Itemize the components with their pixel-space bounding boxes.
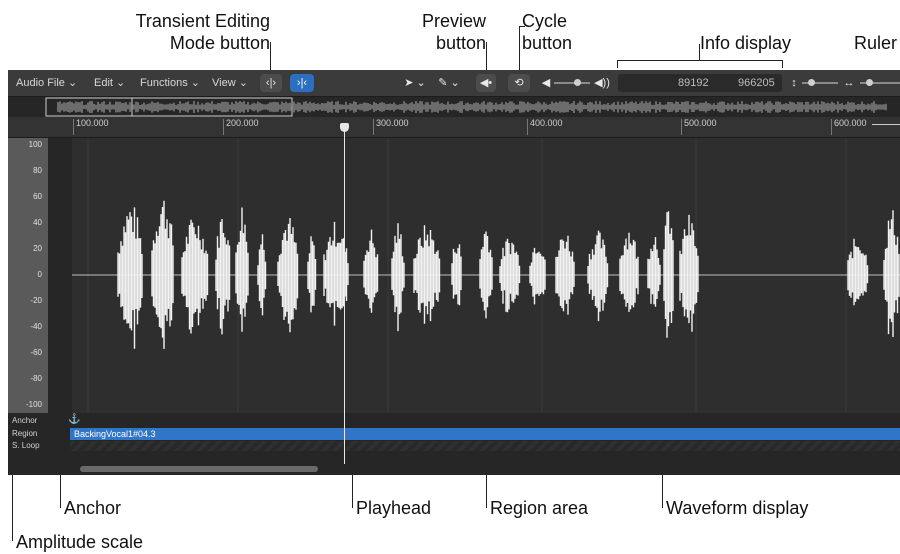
ruler[interactable]: 100.000 200.000 300.000 400.000 500.000 … (8, 117, 900, 138)
region-bar[interactable]: BackingVocal1#04.3 (70, 428, 900, 440)
callout-ruler: Ruler (854, 33, 898, 53)
callout-preview: Preview button (421, 11, 486, 53)
amp-label: 40 (33, 218, 42, 227)
horizontal-zoom-knob[interactable] (866, 79, 873, 86)
leader-info-v (699, 44, 700, 60)
callout-waveform-display: Waveform display (666, 498, 809, 518)
leader-transient (270, 42, 271, 72)
leader-cycle-h (519, 26, 525, 27)
vertical-zoom-knob[interactable] (808, 79, 815, 86)
callout-anchor: Anchor (64, 498, 122, 518)
ruler-tick: 200.000 (223, 118, 259, 135)
horizontal-zoom-icon: ↔ (843, 77, 855, 89)
menu-audio-file[interactable]: Audio File ⌄ (10, 75, 83, 91)
horizontal-scrollbar[interactable] (80, 466, 318, 472)
amp-label: -40 (30, 322, 42, 331)
vertical-zoom-icon: ↕ (791, 77, 797, 89)
callout-amplitude-scale: Amplitude scale (16, 532, 144, 552)
callout-region-area: Region area (490, 498, 589, 518)
transient-button[interactable]: ‹|› (260, 74, 282, 92)
ruler-tick: 100.000 (73, 118, 109, 135)
amp-label: -20 (30, 296, 42, 305)
info-start: 89192 (678, 77, 709, 89)
ruler-tick: 300.000 (373, 118, 409, 135)
ruler-tick: 400.000 (527, 118, 563, 135)
amp-label: 100 (28, 140, 42, 149)
amplitude-scale: 100 80 60 40 20 0 -20 -40 -60 -80 -100 (8, 138, 48, 413)
transient-editing-mode-button[interactable]: ›|‹ (290, 74, 314, 92)
callout-info-display: Info display (700, 33, 792, 53)
waveform-svg (48, 138, 900, 413)
overview-waveform-path (57, 101, 887, 113)
waveform-display[interactable] (48, 138, 900, 413)
anchor-lane-label: Anchor (12, 416, 38, 425)
playhead[interactable] (344, 124, 345, 464)
pointer-tool-menu[interactable]: ➤ ⌄ (400, 74, 430, 92)
amp-label: -60 (30, 348, 42, 357)
loop-lane (70, 441, 900, 451)
info-end: 966205 (738, 77, 775, 89)
vertical-zoom-slider[interactable] (802, 79, 838, 86)
cycle-button[interactable]: ⟲ (508, 74, 530, 92)
menu-bar: Audio File ⌄ Edit ⌄ Functions ⌄ View ⌄ ‹… (8, 70, 900, 97)
amp-label: 60 (33, 192, 42, 201)
callout-transient-editing: Transient Editing Mode button (135, 11, 270, 53)
ruler-tick: 600.000 (831, 118, 867, 135)
leader-info-r (782, 60, 783, 68)
overview-strip[interactable] (8, 97, 900, 117)
leader-info-l (617, 60, 618, 68)
region-area: Anchor Region S. Loop ⚓ BackingVocal1#04… (8, 413, 900, 475)
menu-view[interactable]: View ⌄ (206, 75, 254, 91)
volume-high-icon: ◀)) (594, 77, 610, 89)
leader-cycle-v (519, 26, 520, 72)
amp-label: 20 (33, 244, 42, 253)
callout-cycle: Cycle button (522, 11, 573, 53)
menu-functions[interactable]: Functions ⌄ (134, 75, 206, 91)
overview-visible-area[interactable] (45, 97, 293, 117)
region-name: BackingVocal1#04.3 (74, 429, 156, 439)
overview-waveform (45, 97, 887, 117)
volume-low-icon: ◀ (541, 77, 551, 89)
leader-preview (486, 42, 487, 72)
playhead-handle-icon[interactable] (340, 123, 349, 132)
volume-slider-knob[interactable] (574, 79, 581, 86)
anchor-marker-icon[interactable]: ⚓ (68, 414, 80, 426)
region-lane-label: Region (12, 429, 38, 438)
leader-info-h (617, 60, 782, 61)
pencil-tool-menu[interactable]: ✎ ⌄ (434, 74, 464, 92)
menu-edit[interactable]: Edit ⌄ (88, 75, 131, 91)
amp-label: -80 (30, 374, 42, 383)
ruler-tick: 500.000 (681, 118, 717, 135)
ruler-end-line (872, 124, 900, 125)
volume-slider[interactable] (554, 79, 590, 86)
audio-file-editor: Audio File ⌄ Edit ⌄ Functions ⌄ View ⌄ ‹… (8, 70, 900, 475)
amp-label: 80 (33, 166, 42, 175)
preview-button[interactable]: ◀• (476, 74, 496, 92)
amp-label: -100 (25, 400, 42, 409)
info-display: 89192 966205 (618, 74, 782, 92)
callout-playhead: Playhead (356, 498, 432, 518)
amp-label: 0 (37, 270, 42, 279)
horizontal-zoom-slider[interactable] (860, 79, 900, 86)
loop-lane-label: S. Loop (12, 441, 40, 450)
